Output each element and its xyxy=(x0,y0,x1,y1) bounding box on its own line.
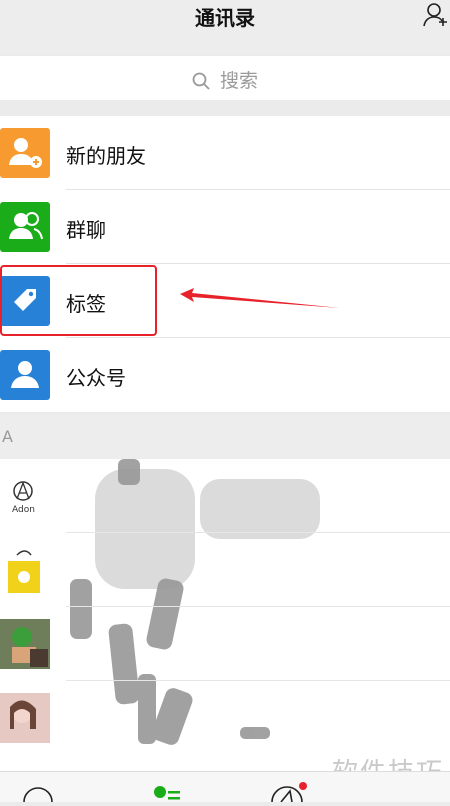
search-icon xyxy=(192,70,220,92)
chats-icon[interactable] xyxy=(22,786,54,806)
menu-item-group-chat[interactable]: 群聊 xyxy=(0,190,450,264)
annotation-arrow xyxy=(180,288,340,308)
bottom-tab-bar xyxy=(0,771,450,803)
menu-label: 公众号 xyxy=(66,366,126,390)
contact-row[interactable] xyxy=(0,607,450,681)
contacts-menu: 新的朋友 群聊 标签 公众号 xyxy=(0,116,450,412)
avatar-text: Adon xyxy=(12,505,35,515)
avatar xyxy=(0,545,50,595)
section-letter: A xyxy=(2,427,13,446)
contact-row[interactable] xyxy=(0,681,450,755)
menu-item-official-accounts[interactable]: 公众号 xyxy=(0,338,450,412)
avatar xyxy=(0,693,50,743)
page-title: 通讯录 xyxy=(195,6,255,30)
new-friends-icon xyxy=(0,128,50,178)
official-accounts-icon xyxy=(0,350,50,400)
search-bar[interactable]: 搜索 xyxy=(0,56,450,100)
header-bar: 通讯录 xyxy=(0,0,450,54)
search-placeholder: 搜索 xyxy=(220,70,259,92)
contacts-icon[interactable] xyxy=(152,784,182,806)
add-contact-icon[interactable] xyxy=(418,0,450,32)
menu-label: 新的朋友 xyxy=(66,144,146,168)
menu-label: 群聊 xyxy=(66,218,106,242)
menu-item-new-friends[interactable]: 新的朋友 xyxy=(0,116,450,190)
contact-row[interactable] xyxy=(0,533,450,607)
discover-icon[interactable] xyxy=(270,782,310,806)
group-chat-icon xyxy=(0,202,50,252)
section-header: A xyxy=(0,415,450,459)
contact-list: Adon xyxy=(0,459,450,771)
contact-row[interactable]: Adon xyxy=(0,459,450,533)
highlight-box xyxy=(0,265,157,336)
avatar: Adon xyxy=(0,471,50,521)
avatar xyxy=(0,619,50,669)
